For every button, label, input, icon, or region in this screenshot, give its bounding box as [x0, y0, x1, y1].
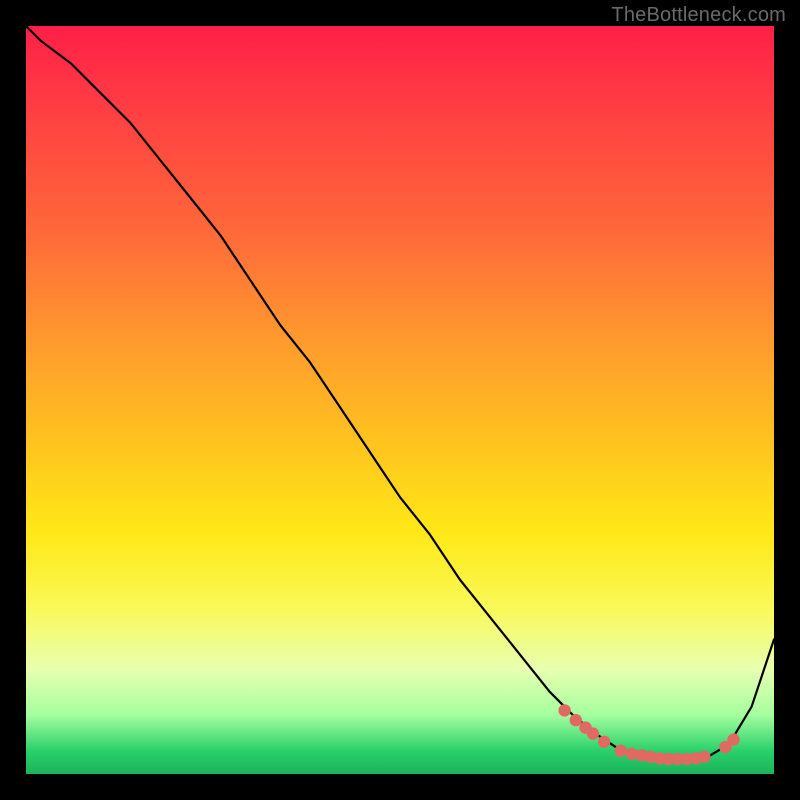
curve-markers — [558, 704, 739, 765]
curve-marker — [698, 751, 710, 763]
chart-frame: TheBottleneck.com — [0, 0, 800, 800]
plot-area — [26, 26, 774, 774]
curve-marker — [587, 727, 599, 739]
chart-svg — [26, 26, 774, 774]
watermark-text: TheBottleneck.com — [611, 4, 786, 27]
curve-marker — [727, 733, 739, 745]
curve-marker — [570, 714, 582, 726]
curve-marker — [558, 704, 570, 716]
curve-marker — [598, 736, 610, 748]
bottleneck-curve — [26, 26, 774, 759]
curve-marker — [615, 745, 627, 757]
